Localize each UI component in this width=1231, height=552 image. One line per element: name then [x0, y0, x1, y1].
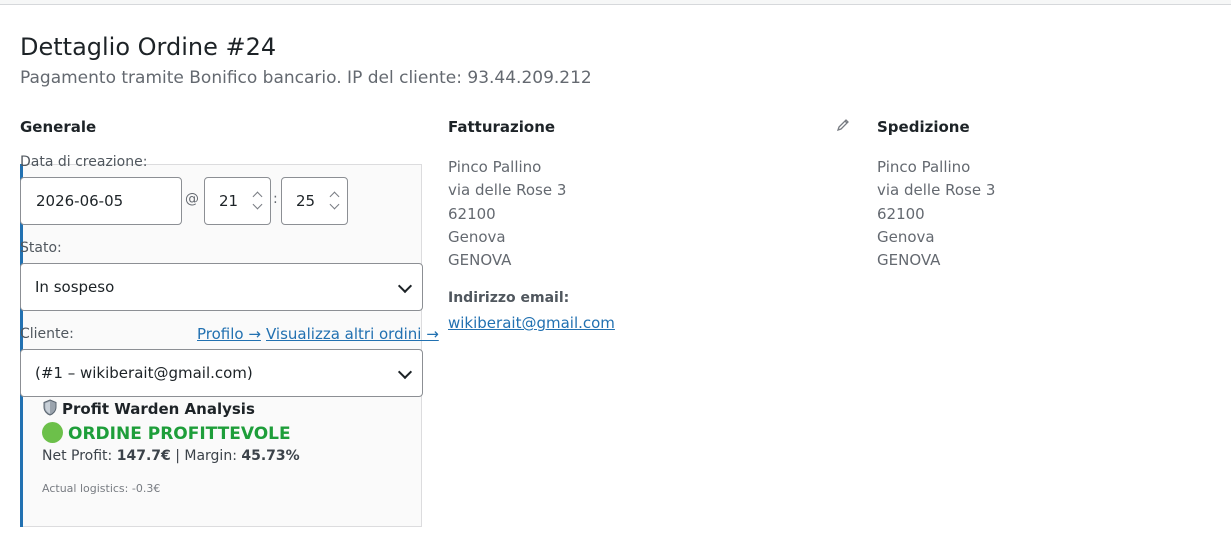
spedizione-heading: Spedizione — [877, 118, 970, 136]
date-value: 2026-06-05 — [36, 192, 124, 210]
billing-province: GENOVA — [448, 251, 512, 270]
net-profit-value: 147.7€ — [116, 448, 171, 464]
status-select[interactable]: In sospeso — [20, 263, 423, 311]
profile-link[interactable]: Profilo → — [197, 325, 261, 343]
hour-input[interactable]: 21 — [204, 177, 271, 225]
profit-status-text: ORDINE PROFITTEVOLE — [68, 424, 291, 444]
billing-street: via delle Rose 3 — [448, 181, 567, 200]
shipping-city: Genova — [877, 227, 935, 246]
status-value: In sospeso — [35, 278, 115, 296]
time-colon: : — [273, 191, 278, 207]
margin-label: Margin: — [184, 448, 237, 464]
shipping-name: Pinco Pallino — [877, 158, 971, 176]
billing-city: Genova — [448, 227, 506, 246]
pencil-icon[interactable] — [836, 117, 850, 132]
billing-zip: 62100 — [448, 204, 496, 223]
client-select[interactable]: (#1 – wikiberait@gmail.com) — [20, 349, 423, 397]
generale-heading: Generale — [20, 118, 97, 136]
billing-name: Pinco Pallino — [448, 158, 542, 176]
chevron-down-icon — [397, 364, 413, 380]
shield-icon — [42, 399, 58, 420]
page-subtitle: Pagamento tramite Bonifico bancario. IP … — [20, 68, 592, 88]
net-profit-label: Net Profit: — [42, 448, 113, 464]
client-value: (#1 – wikiberait@gmail.com) — [35, 364, 253, 382]
profit-status: ORDINE PROFITTEVOLE — [42, 422, 291, 444]
shipping-zip: 62100 — [877, 204, 925, 223]
top-divider — [0, 0, 1231, 5]
profit-summary: Net Profit: 147.7€ | Margin: 45.73% — [42, 448, 300, 464]
at-sign: @ — [185, 191, 199, 207]
status-label: Stato: — [20, 240, 62, 256]
date-input[interactable]: 2026-06-05 — [20, 177, 182, 225]
shipping-address: Pinco Pallino via delle Rose 3 62100 Gen… — [877, 156, 995, 272]
fatturazione-heading: Fatturazione — [448, 118, 556, 136]
billing-email-link[interactable]: wikiberait@gmail.com — [448, 314, 615, 332]
page-title: Dettaglio Ordine #24 — [20, 33, 277, 61]
other-orders-link[interactable]: Visualizza altri ordini → — [266, 325, 439, 343]
shipping-province: GENOVA — [877, 251, 941, 270]
billing-address: Pinco Pallino via delle Rose 3 62100 Gen… — [448, 156, 566, 272]
margin-value: 45.73% — [241, 448, 300, 464]
summary-separator: | — [175, 448, 180, 464]
minute-value: 25 — [296, 192, 316, 210]
green-circle-icon — [42, 422, 63, 443]
profit-warden-title-text: Profit Warden Analysis — [62, 400, 255, 418]
chevron-down-icon — [397, 278, 413, 294]
email-label: Indirizzo email: — [448, 290, 570, 306]
date-label: Data di creazione: — [20, 154, 148, 170]
client-label: Cliente: — [20, 326, 74, 342]
hour-value: 21 — [219, 192, 239, 210]
shipping-street: via delle Rose 3 — [877, 181, 996, 200]
minute-spinner-icon[interactable] — [328, 190, 342, 212]
profit-warden-title: Profit Warden Analysis — [42, 399, 255, 420]
hour-spinner-icon[interactable] — [251, 190, 265, 212]
minute-input[interactable]: 25 — [281, 177, 348, 225]
logistics-note: Actual logistics: -0.3€ — [42, 482, 161, 495]
